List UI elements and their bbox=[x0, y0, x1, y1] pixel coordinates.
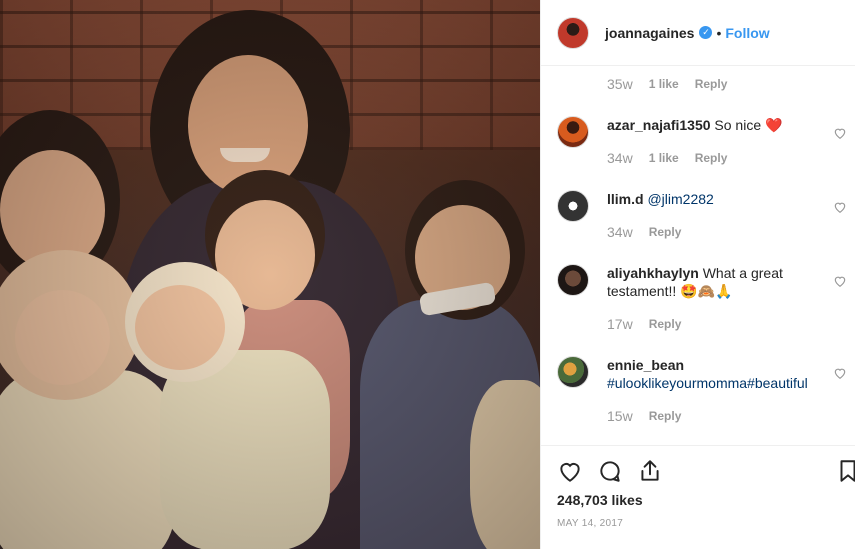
follow-button[interactable]: Follow bbox=[725, 25, 769, 41]
list-item: ennie_bean #ulooklikeyourmomma#beautiful bbox=[557, 356, 847, 426]
post-photo[interactable] bbox=[0, 0, 540, 549]
commenter-avatar[interactable] bbox=[557, 190, 589, 222]
commenter-avatar[interactable] bbox=[557, 356, 589, 388]
comment-meta: 17w Reply bbox=[607, 316, 681, 332]
commenter-username[interactable]: llim.d bbox=[607, 191, 644, 207]
commenter-username[interactable]: aliyahkhaylyn bbox=[607, 265, 699, 281]
heart-icon[interactable] bbox=[833, 200, 847, 214]
comment-meta: 35w 1 like Reply bbox=[607, 76, 727, 92]
comment-likes[interactable]: 1 like bbox=[649, 151, 679, 165]
comment-time: 17w bbox=[607, 316, 633, 332]
list-item: azar_najafi1350 So nice ❤️ bbox=[557, 116, 847, 176]
heart-icon[interactable] bbox=[833, 126, 847, 140]
comment-meta: 15w Reply bbox=[607, 408, 681, 424]
comments-list[interactable]: 35w 1 like Reply azar_najafi1350 So nice… bbox=[541, 66, 855, 444]
comment-time: 34w bbox=[607, 224, 633, 240]
comment-text: llim.d @jlim2282 bbox=[607, 190, 827, 208]
vintage-overlay bbox=[0, 0, 540, 549]
comment-meta: 34w Reply bbox=[607, 224, 681, 240]
author-avatar[interactable] bbox=[557, 16, 589, 49]
commenter-avatar[interactable] bbox=[557, 116, 589, 148]
comment-icon[interactable] bbox=[597, 458, 623, 484]
list-item: aliyahkhaylyn What a great testament!! 🤩… bbox=[557, 264, 847, 334]
heart-icon[interactable] bbox=[833, 366, 847, 380]
bookmark-icon[interactable] bbox=[835, 458, 855, 484]
comment-text: aliyahkhaylyn What a great testament!! 🤩… bbox=[607, 264, 827, 300]
post-header: joannagaines ✓ • Follow bbox=[541, 0, 855, 66]
mention-link[interactable]: @jlim2282 bbox=[647, 191, 713, 207]
author-username[interactable]: joannagaines bbox=[605, 25, 694, 41]
comment-likes[interactable]: 1 like bbox=[649, 77, 679, 91]
heart-emoji: ❤️ bbox=[765, 117, 783, 133]
commenter-username[interactable]: ennie_bean bbox=[607, 357, 684, 373]
post-side-panel: joannagaines ✓ • Follow 35w 1 like Reply… bbox=[540, 0, 855, 549]
share-icon[interactable] bbox=[637, 458, 663, 484]
emoji-group: 🤩🙈🙏 bbox=[680, 283, 733, 299]
heart-icon[interactable] bbox=[557, 458, 583, 484]
separator-dot: • bbox=[716, 24, 722, 41]
hashtag-link[interactable]: #ulooklikeyourmomma#beautiful bbox=[607, 375, 808, 391]
reply-button[interactable]: Reply bbox=[649, 225, 682, 239]
heart-icon[interactable] bbox=[833, 274, 847, 288]
reply-button[interactable]: Reply bbox=[695, 77, 728, 91]
comment-text: ennie_bean #ulooklikeyourmomma#beautiful bbox=[607, 356, 827, 392]
reply-button[interactable]: Reply bbox=[649, 409, 682, 423]
likes-count[interactable]: 248,703 likes bbox=[557, 492, 643, 508]
comment-time: 15w bbox=[607, 408, 633, 424]
commenter-username[interactable]: azar_najafi1350 bbox=[607, 117, 711, 133]
comment-body: So nice bbox=[714, 117, 762, 133]
reply-button[interactable]: Reply bbox=[649, 317, 682, 331]
comment-time: 35w bbox=[607, 76, 633, 92]
list-item: llim.d @jlim2282 bbox=[557, 190, 847, 250]
verified-badge-icon: ✓ bbox=[699, 26, 713, 39]
comment-meta: 34w 1 like Reply bbox=[607, 150, 727, 166]
post-actions: 248,703 likes MAY 14, 2017 bbox=[541, 445, 855, 549]
post-date: MAY 14, 2017 bbox=[557, 518, 624, 529]
commenter-avatar[interactable] bbox=[557, 264, 589, 296]
comment-text: azar_najafi1350 So nice ❤️ bbox=[607, 116, 827, 134]
comment-time: 34w bbox=[607, 150, 633, 166]
reply-button[interactable]: Reply bbox=[695, 151, 728, 165]
